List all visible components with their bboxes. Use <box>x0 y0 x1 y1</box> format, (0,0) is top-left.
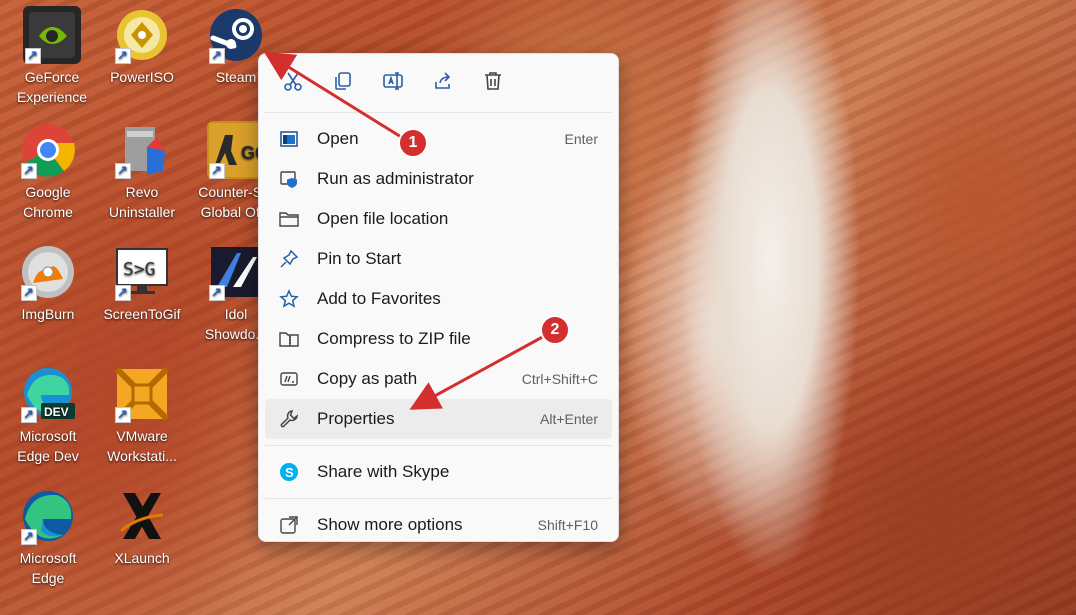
menu-item-properties[interactable]: Properties Alt+Enter <box>265 399 612 439</box>
desktop-icon-chrome[interactable]: Google Chrome <box>8 121 88 222</box>
trash-icon <box>482 70 504 97</box>
menu-item-run-as-administrator[interactable]: Run as administrator <box>265 159 612 199</box>
desktop-icon-label: XLaunch <box>114 550 170 566</box>
svg-text:DEV: DEV <box>44 405 69 419</box>
xlaunch-icon <box>113 487 171 545</box>
menu-item-shortcut: Alt+Enter <box>540 411 598 427</box>
open-window-icon <box>277 127 301 151</box>
menu-item-shortcut: Ctrl+Shift+C <box>521 371 598 387</box>
menu-item-label: Show more options <box>317 515 463 534</box>
shortcut-arrow-icon <box>115 405 131 425</box>
menu-item-show-more-options[interactable]: Show more options Shift+F10 <box>265 505 612 545</box>
annotation-badge-2: 2 <box>540 315 570 345</box>
rename-icon <box>382 70 404 97</box>
desktop-icon-label: ScreenToGif <box>103 306 181 322</box>
shortcut-arrow-icon <box>115 46 131 66</box>
copy-path-icon <box>277 367 301 391</box>
desktop-icon-label: Microsoft Edge Dev <box>17 428 79 464</box>
star-icon <box>277 287 301 311</box>
cut-button[interactable] <box>275 65 311 101</box>
edge-icon <box>19 487 77 547</box>
menu-item-label: Copy as path <box>317 369 418 388</box>
annotation-badge-1: 1 <box>398 128 428 158</box>
rename-button[interactable] <box>375 65 411 101</box>
chrome-icon <box>19 121 77 181</box>
menu-item-label: Add to Favorites <box>317 289 441 308</box>
wrench-icon <box>277 407 301 431</box>
svg-text:S: S <box>285 465 294 480</box>
menu-item-label: Open file location <box>317 209 449 228</box>
delete-button[interactable] <box>475 65 511 101</box>
desktop-icon-edge[interactable]: Microsoft Edge <box>8 487 88 588</box>
shortcut-arrow-icon <box>115 283 131 303</box>
screentogif-icon: S>G <box>113 243 171 303</box>
desktop-icon-poweriso[interactable]: PowerISO <box>102 6 182 87</box>
desktop-icon-vmware[interactable]: VMware Workstati... <box>102 365 182 466</box>
menu-item-open-file-location[interactable]: Open file location <box>265 199 612 239</box>
folder-icon <box>277 207 301 231</box>
more-options-icon <box>277 513 301 537</box>
shortcut-arrow-icon <box>209 161 225 181</box>
idol-showdown-icon <box>207 243 265 303</box>
desktop-icon-label: ImgBurn <box>21 306 75 322</box>
csgo-icon: GO <box>207 121 269 181</box>
context-menu: Open Enter Run as administrator Open fil… <box>258 53 619 542</box>
desktop-icon-revo[interactable]: Revo Uninstaller <box>102 121 182 222</box>
menu-item-add-to-favorites[interactable]: Add to Favorites <box>265 279 612 319</box>
pin-icon <box>277 247 301 271</box>
share-icon <box>432 70 454 97</box>
desktop-icon-label: VMware Workstati... <box>107 428 177 464</box>
menu-item-shortcut: Shift+F10 <box>537 517 598 533</box>
menu-item-shortcut: Enter <box>564 131 598 147</box>
menu-item-label: Share with Skype <box>317 462 450 481</box>
desktop-icon-imgburn[interactable]: ImgBurn <box>8 243 88 324</box>
steam-icon <box>207 6 265 66</box>
context-menu-toolbar <box>259 54 618 112</box>
menu-item-copy-as-path[interactable]: Copy as path Ctrl+Shift+C <box>265 359 612 399</box>
shortcut-arrow-icon <box>21 405 37 425</box>
menu-item-label: Properties <box>317 409 395 428</box>
menu-item-share-with-skype[interactable]: S Share with Skype <box>265 452 612 492</box>
desktop-icon-geforce[interactable]: GeForce Experience <box>12 6 92 107</box>
shield-icon <box>277 167 301 191</box>
menu-item-label: Open <box>317 129 359 148</box>
shortcut-arrow-icon <box>209 46 225 66</box>
menu-item-pin-to-start[interactable]: Pin to Start <box>265 239 612 279</box>
desktop-icon-xlaunch[interactable]: XLaunch <box>102 487 182 568</box>
vmware-icon <box>113 365 171 425</box>
share-button[interactable] <box>425 65 461 101</box>
shortcut-arrow-icon <box>21 161 37 181</box>
edge-dev-icon: DEV <box>19 365 77 425</box>
shortcut-arrow-icon <box>21 283 37 303</box>
desktop-icon-label: GeForce Experience <box>16 69 88 105</box>
svg-text:S>G: S>G <box>123 259 156 280</box>
copy-icon <box>332 70 354 97</box>
copy-button[interactable] <box>325 65 361 101</box>
shortcut-arrow-icon <box>25 46 41 66</box>
imgburn-icon <box>19 243 77 303</box>
geforce-icon <box>23 6 81 66</box>
desktop-icon-label: Microsoft Edge <box>19 550 77 586</box>
desktop-icon-screentogif[interactable]: S>G ScreenToGif <box>102 243 182 324</box>
menu-item-label: Run as administrator <box>317 169 474 188</box>
desktop-icon-edge-dev[interactable]: DEV Microsoft Edge Dev <box>8 365 88 466</box>
desktop-icon-label: Google Chrome <box>23 184 73 220</box>
menu-item-label: Pin to Start <box>317 249 402 268</box>
desktop-icon-label: Revo Uninstaller <box>108 184 176 220</box>
zip-folder-icon <box>277 327 301 351</box>
shortcut-arrow-icon <box>115 161 131 181</box>
skype-icon: S <box>277 460 301 484</box>
revo-uninstaller-icon <box>113 121 171 181</box>
desktop-icon-label: PowerISO <box>110 69 174 85</box>
poweriso-icon <box>113 6 171 66</box>
shortcut-arrow-icon <box>21 527 37 547</box>
scissors-icon <box>282 70 304 97</box>
shortcut-arrow-icon <box>209 283 225 303</box>
menu-item-open[interactable]: Open Enter <box>265 119 612 159</box>
